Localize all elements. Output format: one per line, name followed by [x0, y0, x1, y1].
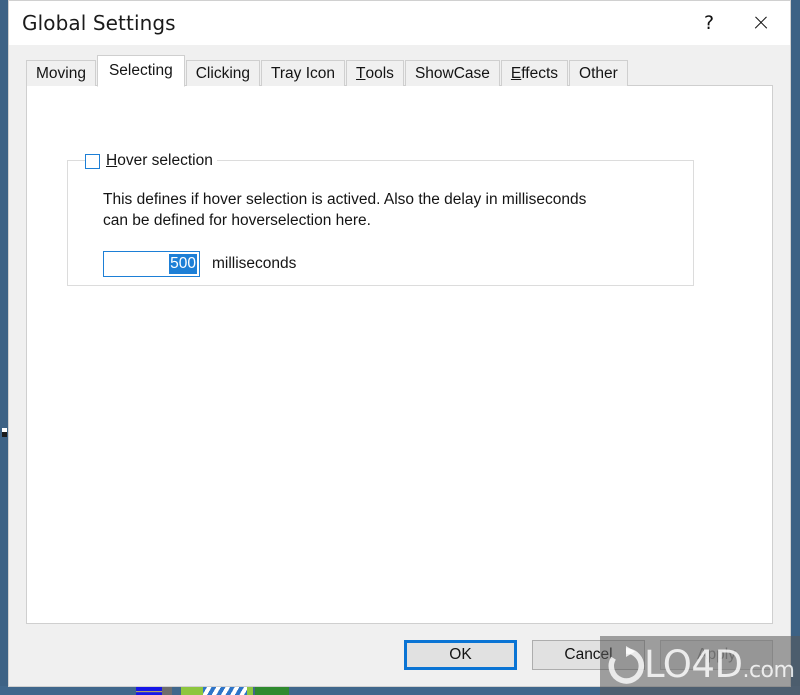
- dialog-client-area: Moving Selecting Clicking Tray Icon Tool…: [9, 45, 790, 686]
- global-settings-dialog: Global Settings ? Moving Selecting Click…: [8, 0, 791, 687]
- delay-unit-label: milliseconds: [212, 255, 297, 272]
- apply-button[interactable]: Apply: [660, 640, 773, 670]
- hover-selection-checkbox[interactable]: [85, 153, 100, 169]
- close-x-glyph: [753, 15, 769, 31]
- close-icon[interactable]: [732, 1, 790, 45]
- help-icon[interactable]: ?: [686, 1, 732, 45]
- tab-clicking[interactable]: Clicking: [185, 60, 260, 86]
- hover-selection-label[interactable]: Hover selection: [106, 152, 213, 170]
- tab-tray-icon[interactable]: Tray Icon: [261, 60, 346, 86]
- tab-moving[interactable]: Moving: [26, 60, 96, 86]
- delay-input-value: 500: [169, 254, 197, 274]
- taskbar-icon-3[interactable]: [181, 686, 253, 695]
- tab-label: Moving: [36, 64, 86, 82]
- description-line-2: can be defined for hoverselection here.: [103, 212, 371, 230]
- ok-button[interactable]: OK: [404, 640, 517, 670]
- tab-label: Selecting: [108, 62, 173, 79]
- tab-label: ools: [365, 64, 394, 82]
- tab-mnemonic: T: [356, 64, 366, 82]
- desktop-artifact: [2, 428, 7, 437]
- tab-label: Clicking: [195, 64, 250, 82]
- hover-selection-description: This defines if hover selection is activ…: [103, 189, 663, 232]
- tab-showcase[interactable]: ShowCase: [404, 60, 500, 86]
- tab-other[interactable]: Other: [569, 60, 628, 86]
- tab-effects[interactable]: Effects: [500, 60, 569, 86]
- tab-tools[interactable]: Tools: [346, 60, 404, 86]
- hover-label-text: over selection: [117, 152, 213, 169]
- dialog-button-bar: OK Cancel Apply: [404, 640, 773, 670]
- tab-label: ShowCase: [414, 64, 490, 82]
- title-bar[interactable]: Global Settings ?: [9, 1, 790, 45]
- window-controls: ?: [686, 1, 790, 45]
- groupbox-legend: Hover selection: [85, 152, 217, 170]
- tab-strip: Moving Selecting Clicking Tray Icon Tool…: [26, 55, 629, 87]
- tab-panel-selecting: Hover selection This defines if hover se…: [26, 85, 773, 624]
- hover-label-mnemonic: H: [106, 152, 118, 169]
- hover-selection-groupbox: Hover selection This defines if hover se…: [67, 152, 694, 286]
- tab-label: Other: [579, 64, 618, 82]
- tab-label: Tray Icon: [271, 64, 336, 82]
- window-title: Global Settings: [22, 11, 176, 35]
- taskbar-icon-4[interactable]: [255, 686, 289, 695]
- taskbar-icon-2[interactable]: [162, 686, 172, 695]
- taskbar-icon-1[interactable]: [136, 686, 162, 695]
- description-line-1: This defines if hover selection is activ…: [103, 191, 587, 208]
- taskbar[interactable]: [0, 686, 800, 695]
- tab-mnemonic: E: [510, 64, 522, 82]
- tab-selecting[interactable]: Selecting: [96, 55, 185, 87]
- delay-input[interactable]: 500: [103, 251, 200, 277]
- delay-row: 500 milliseconds: [103, 251, 296, 277]
- tab-label: ffects: [521, 64, 559, 82]
- cancel-button[interactable]: Cancel: [532, 640, 645, 670]
